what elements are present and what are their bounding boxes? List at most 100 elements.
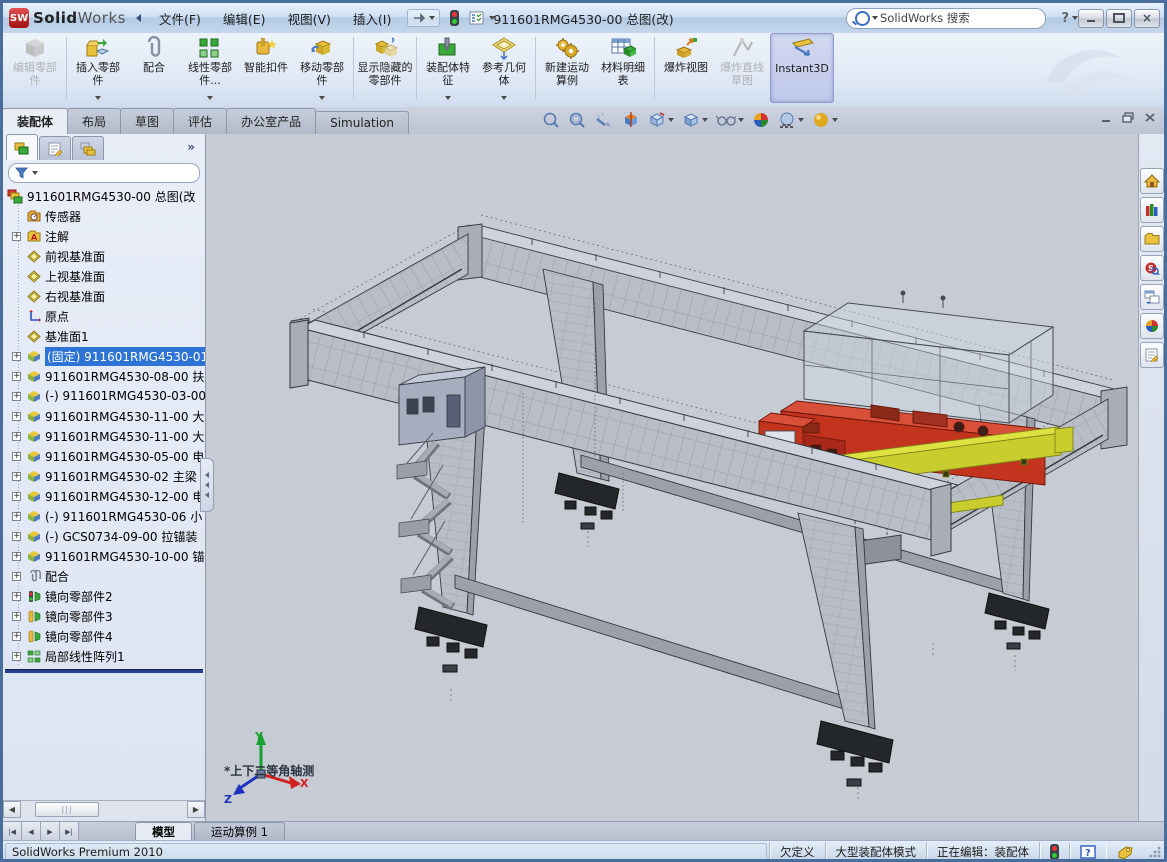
tree-item-component-gcs0734[interactable]: + (-) GCS0734-09-00 拉锚装 (3, 526, 205, 546)
doc-restore-button[interactable] (1122, 112, 1135, 123)
menu-file[interactable]: 文件(F) (149, 6, 211, 31)
tree-item-plane1[interactable]: 基准面1 (3, 326, 205, 346)
tree-item-mirror-component2[interactable]: + 镜向零部件2 (3, 586, 205, 606)
linear-component-pattern-button[interactable]: 线性零部件... (182, 33, 238, 103)
tree-item-annotations[interactable]: + A 注解 (3, 226, 205, 246)
zoom-to-area-button[interactable] (567, 110, 587, 130)
tab-nav-first-button[interactable]: |◀ (3, 822, 22, 841)
tab-office-products[interactable]: 办公室产品 (226, 108, 316, 134)
tree-item-front-plane[interactable]: 前视基准面 (3, 246, 205, 266)
rear-right-bogie[interactable] (985, 593, 1049, 649)
tree-item-sensors[interactable]: 传感器 (3, 206, 205, 226)
tree-item-component-11b[interactable]: + 911601RMG4530-11-00 大 (3, 426, 205, 446)
expand-plus-icon[interactable]: + (12, 512, 21, 521)
expand-plus-icon[interactable]: + (12, 392, 21, 401)
tree-item-component-10[interactable]: + 911601RMG4530-10-00 锚 (3, 546, 205, 566)
tab-simulation[interactable]: Simulation (315, 111, 409, 134)
zoom-to-fit-button[interactable] (541, 110, 561, 130)
instant3d-button[interactable]: Instant3D (770, 33, 834, 103)
previous-view-button[interactable] (593, 110, 615, 130)
propertymanager-tab[interactable] (39, 136, 71, 160)
tree-item-top-plane[interactable]: 上视基准面 (3, 266, 205, 286)
tab-nav-prev-button[interactable]: ◀ (22, 822, 41, 841)
tab-assembly[interactable]: 装配体 (2, 108, 68, 135)
expand-plus-icon[interactable]: + (12, 572, 21, 581)
model-tab[interactable]: 模型 (135, 822, 192, 841)
hide-show-items-button[interactable] (715, 111, 745, 129)
smart-fasteners-button[interactable]: 智能扣件 (238, 33, 294, 103)
menu-view[interactable]: 视图(V) (278, 6, 341, 31)
appearances-scenes-button[interactable] (1140, 313, 1164, 339)
expand-plus-icon[interactable]: + (12, 492, 21, 501)
tree-item-mirror-component3[interactable]: + 镜向零部件3 (3, 606, 205, 626)
configurationmanager-tab[interactable] (72, 136, 104, 160)
expand-plus-icon[interactable]: + (12, 552, 21, 561)
solidworks-resources-button[interactable] (1140, 168, 1164, 194)
expand-plus-icon[interactable]: + (12, 632, 21, 641)
expand-plus-icon[interactable]: + (12, 232, 21, 241)
doc-minimize-button[interactable] (1101, 112, 1113, 123)
move-component-button[interactable]: 移动零部件 (294, 33, 350, 103)
tree-item-component-fixed-01[interactable]: + (固定) 911601RMG4530-01 (3, 346, 205, 366)
expand-plus-icon[interactable]: + (12, 652, 21, 661)
expand-plus-icon[interactable]: + (12, 412, 21, 421)
file-explorer-button[interactable] (1140, 226, 1164, 252)
front-right-bogie[interactable] (817, 721, 893, 786)
status-trafficlight[interactable] (1039, 842, 1069, 862)
tree-item-local-linear-pattern[interactable]: + 局部线性阵列1 (3, 646, 205, 666)
motion-study-tab[interactable]: 运动算例 1 (194, 822, 285, 841)
exploded-view-button[interactable]: 爆炸视图 (658, 33, 714, 103)
expand-plus-icon[interactable]: + (12, 472, 21, 481)
tree-item-component-03[interactable]: + (-) 911601RMG4530-03-00 (3, 386, 205, 406)
panel-splitter-handle[interactable] (200, 458, 214, 512)
graphics-viewport[interactable]: Y X Z *上下二等角轴测 (206, 134, 1144, 821)
view-palette-button[interactable] (1140, 284, 1164, 310)
show-hidden-components-button[interactable]: 显示隐藏的零部件 (357, 33, 413, 103)
front-sill-beam[interactable] (455, 575, 847, 710)
custom-properties-button[interactable] (1140, 342, 1164, 368)
tree-item-mirror-component4[interactable]: + 镜向零部件4 (3, 626, 205, 646)
tree-item-component-12[interactable]: + 911601RMG4530-12-00 电 (3, 486, 205, 506)
panel-expand-chevron[interactable]: » (187, 140, 195, 154)
tab-sketch[interactable]: 草图 (120, 108, 174, 134)
help-button[interactable]: ? (1061, 11, 1078, 26)
tree-item-origin[interactable]: 原点 (3, 306, 205, 326)
doc-close-button[interactable] (1144, 112, 1156, 123)
operator-cabin-glass[interactable] (804, 291, 1053, 423)
tab-nav-next-button[interactable]: ▶ (41, 822, 60, 841)
search-box[interactable]: SolidWorks 搜索 (846, 8, 1046, 29)
machinery-house[interactable] (399, 367, 485, 445)
expand-plus-icon[interactable]: + (12, 352, 21, 361)
mate-button[interactable]: 配合 (126, 33, 182, 103)
tree-item-component-11a[interactable]: + 911601RMG4530-11-00 大 (3, 406, 205, 426)
scroll-left-button[interactable]: ◀ (3, 801, 21, 818)
interference-trafficlight-icon[interactable] (450, 10, 459, 26)
featuremanager-tab[interactable] (6, 134, 38, 160)
expand-plus-icon[interactable]: + (12, 452, 21, 461)
expand-plus-icon[interactable]: + (12, 592, 21, 601)
resize-grip[interactable] (1148, 845, 1162, 859)
design-library-button[interactable] (1140, 197, 1164, 223)
tree-item-component-06[interactable]: + (-) 911601RMG4530-06 小 (3, 506, 205, 526)
view-settings-button[interactable] (811, 110, 839, 130)
tab-nav-last-button[interactable]: ▶| (60, 822, 79, 841)
expand-plus-icon[interactable]: + (12, 372, 21, 381)
crane-3d-view[interactable]: Y X Z (206, 134, 1144, 821)
status-tags-button[interactable] (1106, 843, 1144, 861)
status-quicktips-button[interactable]: ? (1069, 843, 1106, 861)
scroll-thumb[interactable]: ||| (35, 802, 99, 817)
menu-collapse-arrow-icon[interactable] (136, 14, 141, 22)
maximize-button[interactable] (1106, 9, 1132, 28)
front-left-bogie[interactable] (415, 607, 487, 672)
explode-line-sketch-button[interactable]: 爆炸直线草图 (714, 33, 770, 103)
view-orientation-button[interactable] (647, 110, 675, 130)
panel-horizontal-scrollbar[interactable]: ◀ ||| ▶ (3, 800, 205, 817)
assembly-features-button[interactable]: 装配体特征 (420, 33, 476, 103)
tree-item-component-02[interactable]: + 911601RMG4530-02 主梁 (3, 466, 205, 486)
menu-edit[interactable]: 编辑(E) (213, 6, 276, 31)
options-checklist-button[interactable] (469, 11, 495, 25)
solidworks-search-button[interactable]: S (1140, 255, 1164, 281)
scroll-right-button[interactable]: ▶ (187, 801, 205, 818)
expand-plus-icon[interactable]: + (12, 612, 21, 621)
close-button[interactable]: × (1134, 9, 1160, 28)
